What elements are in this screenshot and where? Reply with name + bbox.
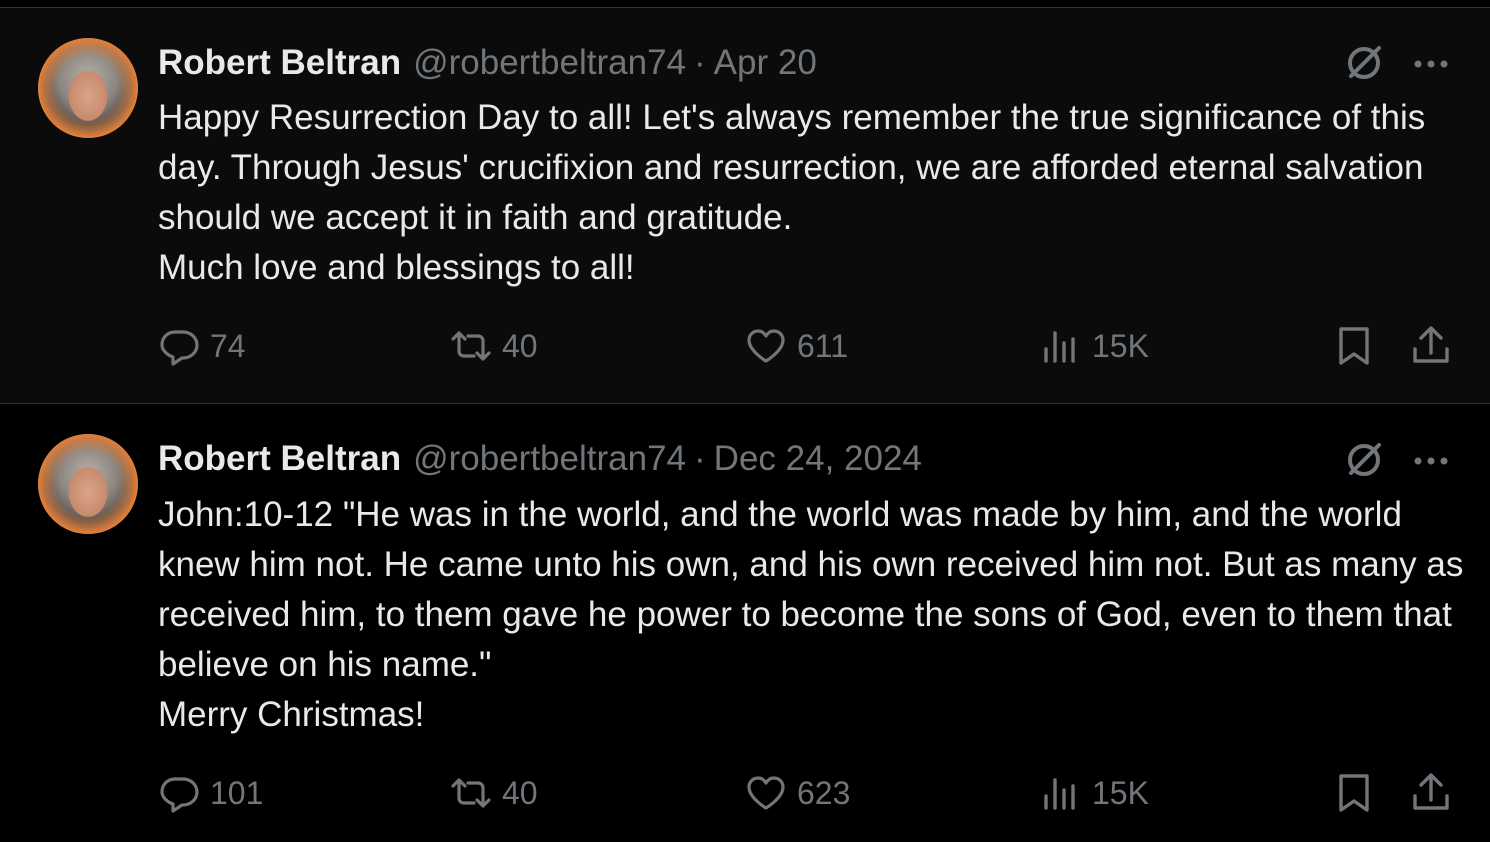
bookmark-button[interactable] — [1333, 772, 1375, 814]
repost-icon — [451, 778, 491, 808]
grok-icon[interactable] — [1343, 42, 1385, 84]
bookmark-button[interactable] — [1333, 325, 1375, 367]
separator: · — [694, 43, 706, 82]
share-button[interactable] — [1410, 325, 1452, 367]
author-handle[interactable]: @robertbeltran74 — [413, 43, 686, 83]
action-bar: 74 40 611 15K — [0, 325, 1490, 375]
views-icon — [1044, 331, 1075, 363]
reply-icon — [160, 330, 199, 366]
repost-icon — [451, 331, 491, 361]
reply-count: 74 — [210, 327, 246, 364]
views-count: 15K — [1092, 774, 1149, 811]
author-handle[interactable]: @robertbeltran74 — [413, 439, 686, 479]
views-count: 15K — [1092, 327, 1149, 364]
reply-icon — [160, 777, 199, 813]
timestamp[interactable]: Dec 24, 2024 — [714, 439, 922, 479]
timestamp[interactable]: Apr 20 — [714, 43, 817, 83]
reply-button[interactable]: 101 — [158, 772, 263, 814]
avatar[interactable] — [38, 38, 138, 138]
more-icon[interactable] — [1410, 451, 1452, 471]
views-button[interactable]: 15K — [1040, 325, 1149, 367]
like-count: 611 — [797, 327, 849, 364]
tweet-header: Robert Beltran @robertbeltran74 · Apr 20 — [158, 43, 817, 83]
repost-count: 40 — [502, 774, 538, 811]
tweet-text: Happy Resurrection Day to all! Let's alw… — [158, 98, 1426, 287]
like-button[interactable]: 611 — [745, 325, 848, 367]
bookmark-icon — [1339, 327, 1369, 365]
share-icon — [1413, 326, 1449, 363]
action-bar: 101 40 623 15K — [0, 772, 1490, 822]
grok-icon[interactable] — [1343, 439, 1385, 481]
tweet[interactable]: Robert Beltran @robertbeltran74 · Apr 20… — [0, 8, 1490, 403]
bookmark-icon — [1339, 774, 1369, 812]
tweet[interactable]: Robert Beltran @robertbeltran74 · Dec 24… — [0, 404, 1490, 842]
share-icon — [1413, 773, 1449, 810]
reply-count: 101 — [210, 774, 264, 811]
heart-icon — [747, 329, 785, 363]
author-name[interactable]: Robert Beltran — [158, 43, 401, 83]
avatar[interactable] — [38, 434, 138, 534]
reply-button[interactable]: 74 — [158, 325, 246, 367]
repost-button[interactable]: 40 — [450, 772, 538, 814]
heart-icon — [747, 776, 785, 810]
views-icon — [1044, 778, 1075, 810]
like-count: 623 — [797, 774, 851, 811]
tweet-text: John:10-12 "He was in the world, and the… — [158, 495, 1464, 734]
views-button[interactable]: 15K — [1040, 772, 1149, 814]
top-divider — [0, 0, 1490, 8]
repost-button[interactable]: 40 — [450, 325, 538, 367]
more-icon[interactable] — [1410, 54, 1452, 74]
author-name[interactable]: Robert Beltran — [158, 439, 401, 479]
separator: · — [694, 439, 706, 478]
like-button[interactable]: 623 — [745, 772, 850, 814]
tweet-header: Robert Beltran @robertbeltran74 · Dec 24… — [158, 439, 922, 479]
repost-count: 40 — [502, 327, 538, 364]
share-button[interactable] — [1410, 772, 1452, 814]
